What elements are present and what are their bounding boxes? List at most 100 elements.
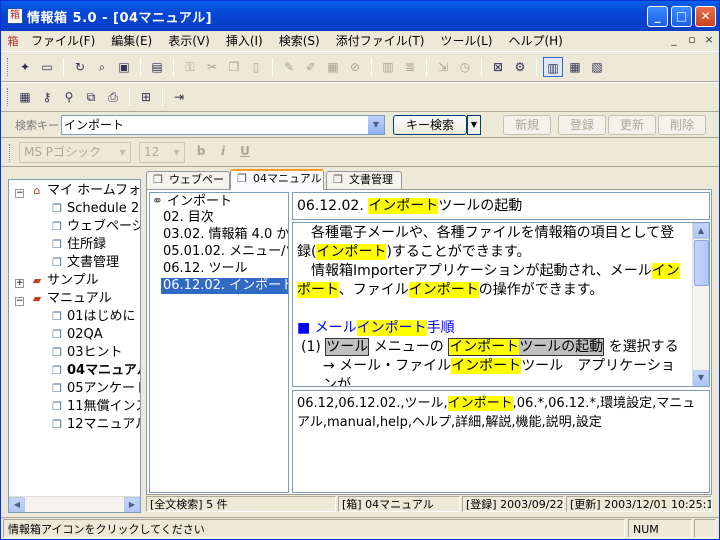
key-search-dropdown-button[interactable]: ▼ (467, 115, 481, 135)
new-button[interactable]: 新規 (503, 115, 551, 135)
font-size-select[interactable]: 12 ▼ (139, 142, 185, 163)
doc-link-icon[interactable]: ⧉ (81, 87, 101, 107)
refresh-icon[interactable]: ↻ (70, 57, 90, 77)
menu-tools[interactable]: ツール(L) (432, 31, 500, 51)
menu-edit[interactable]: 編集(E) (103, 31, 160, 51)
bold-icon[interactable]: b (193, 144, 209, 160)
scroll-down-icon[interactable]: ▼ (693, 370, 709, 386)
info-box-app-icon[interactable]: 箱 (7, 8, 23, 24)
clock-icon[interactable]: ◷ (455, 57, 475, 77)
list-item[interactable]: 02. 目次 (161, 210, 216, 226)
tree-node-03[interactable]: ❒ 03ヒント (49, 344, 122, 362)
calendar-icon[interactable]: ▦ (15, 87, 35, 107)
menu-view[interactable]: 表示(V) (160, 31, 218, 51)
search-results-list[interactable]: ⚭ インポート 02. 目次 03.02. 情報箱 4.0 からの移行 05.0… (149, 192, 289, 493)
scroll-up-icon[interactable]: ▲ (693, 223, 709, 239)
list-item[interactable]: 05.01.02. メニュー/ツール (161, 244, 288, 260)
document-body[interactable]: 各種電子メールや、各種ファイルを情報箱の項目として登録(インポート)することがで… (292, 222, 710, 387)
tree-node-12[interactable]: ❒ 12マニュアル (49, 416, 140, 434)
delete-doc-icon[interactable]: ⊠ (488, 57, 508, 77)
copy-icon[interactable]: ❐ (224, 57, 244, 77)
document-body-text[interactable]: 各種電子メールや、各種ファイルを情報箱の項目として登録(インポート)することがで… (297, 224, 687, 386)
attach-icon[interactable]: ⊘ (345, 57, 365, 77)
update-button[interactable]: 更新 (608, 115, 656, 135)
tree-node-home[interactable]: ⌂ マイ ホームフォルダ (29, 182, 141, 200)
tree-node-11[interactable]: ❒ 11無償インストール (49, 398, 140, 416)
scroll-left-icon[interactable]: ◀ (9, 497, 25, 512)
collapse-icon[interactable]: − (15, 297, 24, 306)
tree-node-05[interactable]: ❒ 05アンケート (49, 380, 140, 398)
layout2-icon[interactable]: ▦ (565, 57, 585, 77)
scroll-right-icon[interactable]: ▶ (124, 497, 140, 512)
results-header[interactable]: ⚭ インポート (152, 194, 232, 210)
collapse-icon[interactable]: − (15, 189, 24, 198)
print-icon[interactable]: ⎙ (103, 87, 123, 107)
maximize-button[interactable]: □ (671, 6, 692, 27)
toolbar-grip[interactable] (7, 88, 10, 106)
minimize-button[interactable]: _ (647, 6, 668, 27)
tree-node-webpage[interactable]: ❒ ウェブページ (49, 218, 140, 236)
folder-tree-icon[interactable]: ▤ (147, 57, 167, 77)
tree-node-02[interactable]: ❒ 02QA (49, 326, 103, 344)
list-item-selected[interactable]: 06.12.02. インポート (161, 278, 288, 294)
tree-horizontal-scrollbar[interactable]: ◀ ▶ (9, 496, 140, 512)
tab-webpage[interactable]: ❒ウェブページ (146, 171, 230, 202)
keywords-field[interactable]: 06.12,06.12.02.,ツール,インポート,06.*,06.12.*,環… (292, 390, 710, 493)
layout3-icon[interactable]: ▧ (587, 57, 607, 77)
print-preview-icon[interactable]: ▦ (323, 57, 343, 77)
open-folder-icon[interactable]: ▭ (37, 57, 57, 77)
expand-icon[interactable]: + (15, 279, 24, 288)
chevron-down-icon[interactable]: ▼ (368, 116, 384, 134)
document-vertical-scrollbar[interactable]: ▲ ▼ (692, 223, 709, 386)
folder-tree[interactable]: − ⌂ マイ ホームフォルダ ❒ Schedule 2 ❒ ウェブページ ❒ 住所録 ❒… (8, 179, 141, 513)
tree-node-04-selected[interactable]: ❒ 04マニュアル (49, 362, 140, 380)
document-title-field[interactable]: 06.12.02. インポートツールの起動 (292, 192, 710, 220)
find-icon[interactable]: ⌕ (92, 57, 112, 77)
network-icon[interactable]: ⊞ (136, 87, 156, 107)
tab-04manual[interactable]: ❒ 04マニュアル (230, 169, 324, 190)
key-icon[interactable]: ⚷ (37, 87, 57, 107)
menu-help[interactable]: ヘルプ(H) (500, 31, 570, 51)
underline-icon[interactable]: U (237, 144, 253, 160)
tree-node-documents[interactable]: ❒ 文書管理 (49, 254, 119, 272)
delete-button[interactable]: 削除 (658, 115, 706, 135)
list-item[interactable]: 03.02. 情報箱 4.0 からの移行 (161, 227, 288, 243)
toolbar-grip[interactable] (9, 144, 12, 162)
font-select[interactable]: MS Pゴシック ▼ (19, 142, 131, 163)
list-icon[interactable]: ≣ (400, 57, 420, 77)
search-multi-icon[interactable]: ⚲ (59, 87, 79, 107)
tree-node-address[interactable]: ❒ 住所録 (49, 236, 106, 254)
list-item[interactable]: 06.12. ツール (161, 261, 249, 277)
note-icon[interactable]: ▥ (378, 57, 398, 77)
tree-node-01[interactable]: ❒ 01はじめに (49, 308, 135, 326)
key-search-button[interactable]: キー検索 (393, 115, 467, 135)
mdi-close-button[interactable]: × (702, 33, 716, 47)
edit-icon[interactable]: ✎ (279, 57, 299, 77)
layout1-icon[interactable]: ▥ (543, 56, 563, 77)
menu-search[interactable]: 検索(S) (271, 31, 328, 51)
cut-icon[interactable]: ✂ (202, 57, 222, 77)
menu-file[interactable]: ファイル(F) (23, 31, 103, 51)
title-bar[interactable]: 箱 情報箱 5.0 - [04マニュアル] _ □ ✕ (1, 1, 719, 31)
mdi-minimize-button[interactable]: _ (667, 33, 681, 47)
toolbar-grip[interactable] (7, 57, 10, 76)
export-icon[interactable]: ⇲ (433, 57, 453, 77)
tab-documents[interactable]: ❒ 文書管理 (326, 171, 402, 189)
italic-icon[interactable]: i (215, 144, 231, 160)
search-key-input[interactable]: インポート ▼ (61, 115, 385, 135)
exit-icon[interactable]: ⇥ (169, 87, 189, 107)
mdi-restore-button[interactable]: ▫ (685, 33, 699, 47)
register-button[interactable]: 登録 (558, 115, 606, 135)
resize-grip[interactable] (694, 519, 716, 538)
password-icon[interactable]: ⚿ (180, 57, 200, 77)
menu-attachment[interactable]: 添付ファイル(T) (328, 31, 433, 51)
menu-insert[interactable]: 挿入(I) (218, 31, 271, 51)
mdi-doc-icon[interactable]: 箱 (5, 33, 21, 49)
new-icon[interactable]: ✦ (15, 57, 35, 77)
tree-node-manual[interactable]: ▰ マニュアル (29, 290, 112, 308)
bookmark-icon[interactable]: ▣ (114, 57, 134, 77)
paste-icon[interactable]: ▯ (246, 57, 266, 77)
scroll-thumb[interactable] (694, 240, 709, 286)
settings-icon[interactable]: ⚙ (510, 57, 530, 77)
tree-node-schedule[interactable]: ❒ Schedule 2 (49, 200, 139, 218)
